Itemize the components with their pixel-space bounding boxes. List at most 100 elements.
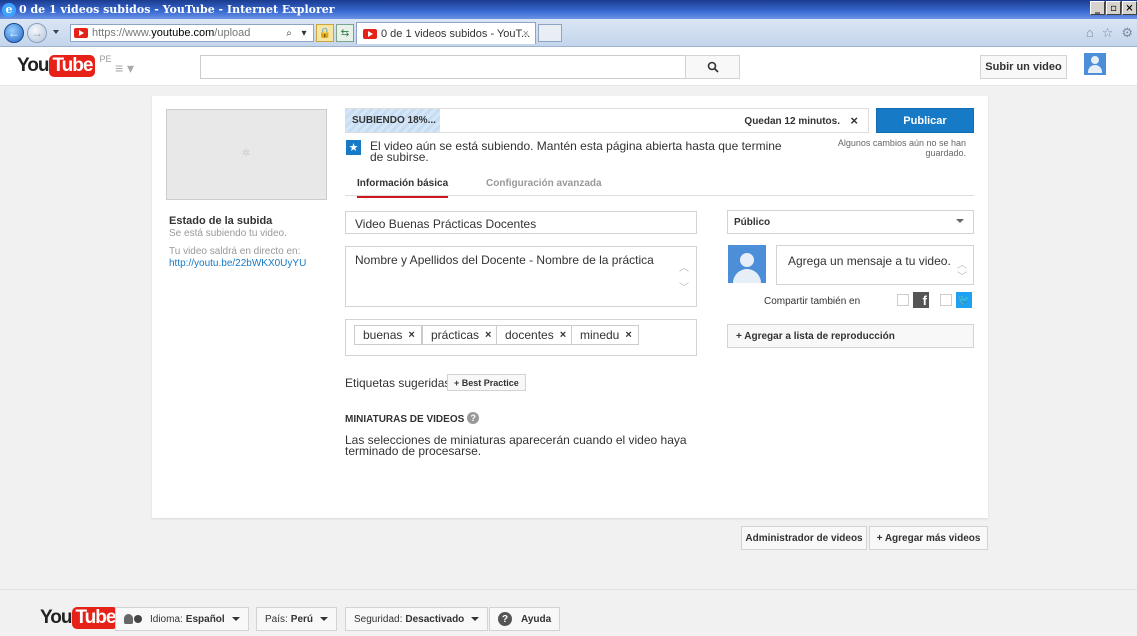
share-message-input[interactable]: Agrega un mensaje a tu video. ︿ ﹀ xyxy=(776,245,974,285)
country-prefix: País: xyxy=(265,613,288,625)
youtube-favicon-icon xyxy=(74,28,88,38)
tab-basic-info[interactable]: Información básica xyxy=(357,178,449,198)
logo-you-text: You xyxy=(40,607,73,628)
close-tab-icon[interactable]: × xyxy=(523,28,529,40)
progress-label: SUBIENDO 18%... xyxy=(352,115,436,126)
new-tab-button[interactable] xyxy=(538,24,562,42)
safety-button[interactable]: Seguridad: Desactivado xyxy=(345,607,489,631)
address-bar[interactable]: https://www. youtube.com/upload ⌕ ▾ xyxy=(70,24,314,42)
remove-tag-icon[interactable]: × xyxy=(625,329,631,341)
unsaved-changes-note: Algunos cambios aún no se han guardado. xyxy=(837,138,966,158)
history-dropdown-icon[interactable] xyxy=(53,30,59,34)
language-button[interactable]: Idioma: Español xyxy=(115,607,249,631)
tag-chip[interactable]: minedu × xyxy=(571,325,639,345)
tag-chip[interactable]: buenas × xyxy=(354,325,422,345)
publish-button[interactable]: Publicar xyxy=(876,108,974,133)
time-remaining: Quedan 12 minutos. xyxy=(744,116,840,127)
close-window-button[interactable]: × xyxy=(1122,1,1137,15)
search-button[interactable] xyxy=(685,55,740,79)
youtube-header: You Tube PE ≡ ▾ Subir un video xyxy=(0,47,1137,86)
address-prefix: https://www. xyxy=(92,27,152,39)
logo-tube-text: Tube xyxy=(49,55,96,77)
forward-button[interactable]: → xyxy=(27,23,47,43)
tag-chip[interactable]: docentes × xyxy=(496,325,574,345)
upload-card: ✲ Estado de la subida Se está subiendo t… xyxy=(152,96,988,518)
twitter-icon: 🐦 xyxy=(956,292,972,308)
dropdown-icon[interactable]: ▾ xyxy=(297,25,311,41)
search-icon[interactable]: ⌕ xyxy=(282,25,296,41)
lock-icon[interactable]: 🔒 xyxy=(316,24,334,42)
youtube-logo[interactable]: You Tube PE xyxy=(17,54,112,77)
description-field[interactable]: Nombre y Apellidos del Docente - Nombre … xyxy=(345,246,697,307)
language-value: Español xyxy=(185,613,225,625)
footer-youtube-logo[interactable]: You Tube xyxy=(40,607,119,629)
tab-title: 0 de 1 videos subidos - YouT... xyxy=(381,27,531,40)
cancel-upload-icon[interactable]: × xyxy=(850,113,858,128)
live-url-label: Tu video saldrá en directo en: xyxy=(169,246,301,257)
upload-video-button[interactable]: Subir un video xyxy=(980,55,1067,79)
chevron-down-icon xyxy=(471,617,480,621)
twitter-share-checkbox[interactable] xyxy=(940,294,952,306)
share-also-label: Compartir también en xyxy=(764,296,861,307)
title-field[interactable]: Video Buenas Prácticas Docentes xyxy=(345,211,697,234)
guide-menu-icon[interactable]: ≡ ▾ xyxy=(115,60,134,77)
thumbnails-message: Las selecciones de miniaturas aparecerán… xyxy=(345,433,687,458)
scroll-down-icon[interactable]: ﹀ xyxy=(679,279,689,294)
refresh-icon[interactable]: ⇆ xyxy=(336,24,354,42)
scroll-up-icon[interactable]: ︿ xyxy=(679,259,689,274)
tag-label: minedu xyxy=(580,328,620,342)
video-thumbnail-placeholder: ✲ xyxy=(166,109,327,200)
chevron-down-icon xyxy=(320,617,329,621)
tags-field[interactable]: buenas × prácticas × docentes × minedu × xyxy=(345,319,697,356)
country-value: Perú xyxy=(290,613,314,625)
window-title: 0 de 1 videos subidos - YouTube - Intern… xyxy=(19,3,335,16)
restore-button[interactable]: ▫ xyxy=(1106,1,1121,15)
upload-progress-bar: SUBIENDO 18%... Quedan 12 minutos. × xyxy=(345,108,869,133)
logo-you-text: You xyxy=(17,55,50,76)
add-to-playlist-button[interactable]: + Agregar a lista de reproducción xyxy=(727,324,974,348)
upload-status-subtitle: Se está subiendo tu video. xyxy=(169,228,287,239)
chevron-down-icon xyxy=(231,617,240,621)
tab-advanced-settings[interactable]: Configuración avanzada xyxy=(486,178,602,189)
suggested-tags-label: Etiquetas sugeridas: xyxy=(345,376,454,390)
country-code: PE xyxy=(99,54,112,64)
search-input[interactable] xyxy=(200,55,686,79)
facebook-icon: f xyxy=(913,292,929,308)
browser-icons: ⌂ ☆ ⚙ xyxy=(1086,25,1133,41)
browser-tab[interactable]: 0 de 1 videos subidos - YouT... × xyxy=(356,22,536,44)
remove-tag-icon[interactable]: × xyxy=(485,329,491,341)
favorites-star-icon[interactable]: ☆ xyxy=(1102,25,1114,41)
search-icon xyxy=(707,61,719,73)
home-icon[interactable]: ⌂ xyxy=(1086,25,1094,41)
upload-status-title: Estado de la subida xyxy=(169,215,273,227)
help-label: Ayuda xyxy=(521,613,552,625)
internet-explorer-icon: e xyxy=(2,2,16,17)
address-path: /upload xyxy=(214,27,251,39)
video-manager-button[interactable]: Administrador de videos xyxy=(741,526,867,550)
video-link[interactable]: http://youtu.be/22bWKX0UyYU xyxy=(169,258,306,269)
remove-tag-icon[interactable]: × xyxy=(560,329,566,341)
help-icon[interactable]: ? xyxy=(467,411,480,424)
loading-spinner-icon: ✲ xyxy=(242,148,251,159)
star-icon: ★ xyxy=(346,140,361,155)
minimize-button[interactable]: _ xyxy=(1090,1,1105,15)
country-button[interactable]: País: Perú xyxy=(256,607,338,631)
language-prefix: Idioma: xyxy=(150,613,183,625)
add-more-videos-button[interactable]: + Agregar más videos xyxy=(869,526,988,550)
remove-tag-icon[interactable]: × xyxy=(408,329,414,341)
chevron-down-icon xyxy=(956,219,964,223)
privacy-select[interactable]: Público xyxy=(727,210,974,234)
address-domain: youtube.com xyxy=(151,27,215,39)
settings-gear-icon[interactable]: ⚙ xyxy=(1121,25,1133,41)
privacy-value: Público xyxy=(734,217,771,228)
help-button[interactable]: ? Ayuda xyxy=(489,607,561,631)
suggested-tag-chip[interactable]: + Best Practice xyxy=(447,374,526,391)
tag-chip[interactable]: prácticas × xyxy=(422,325,499,345)
user-avatar[interactable] xyxy=(1084,53,1106,75)
back-button[interactable]: ← xyxy=(4,23,24,43)
language-icon xyxy=(124,614,144,624)
thumbnails-title-text: MINIATURAS DE VIDEOS xyxy=(345,414,465,425)
scroll-down-icon[interactable]: ﹀ xyxy=(957,268,967,283)
facebook-share-checkbox[interactable] xyxy=(897,294,909,306)
settings-tabs: Información básica Configuración avanzad… xyxy=(345,168,974,198)
